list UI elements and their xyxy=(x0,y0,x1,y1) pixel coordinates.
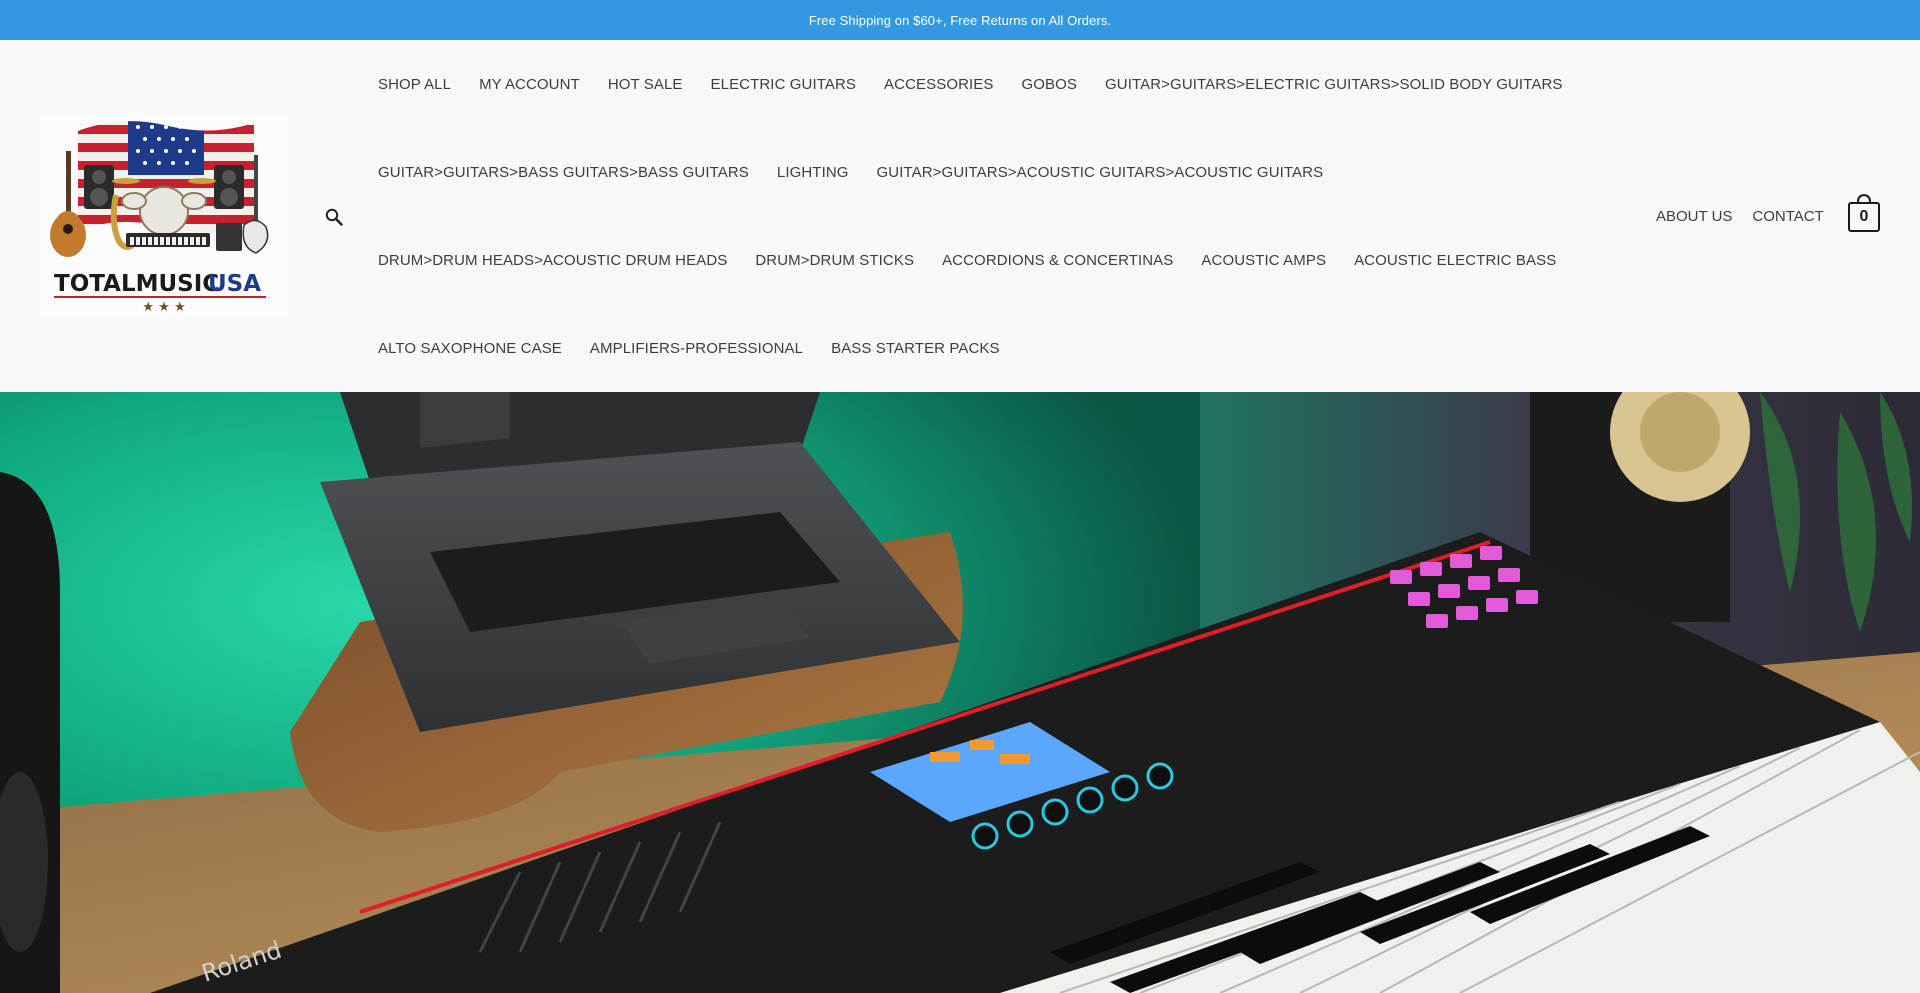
cart-button[interactable]: 0 xyxy=(1848,194,1880,232)
logo-image: TOTALMUSIC USA ★ ★ ★ xyxy=(50,121,269,315)
nav-item-solid-body-guitars[interactable]: GUITAR>GUITARS>ELECTRIC GUITARS>SOLID BO… xyxy=(1105,76,1562,93)
nav-item-acoustic-amps[interactable]: ACOUSTIC AMPS xyxy=(1201,252,1326,269)
nav-item-shop-all[interactable]: SHOP ALL xyxy=(378,76,451,93)
cart-count: 0 xyxy=(1848,202,1880,232)
site-header: TOTALMUSIC USA ★ ★ ★ SHOP ALL MY ACCOUNT… xyxy=(0,40,1920,392)
nav-item-bass-guitars[interactable]: GUITAR>GUITARS>BASS GUITARS>BASS GUITARS xyxy=(378,164,749,181)
site-logo[interactable]: TOTALMUSIC USA ★ ★ ★ xyxy=(40,115,288,317)
announcement-bar: Free Shipping on $60+, Free Returns on A… xyxy=(0,0,1920,40)
nav-item-acoustic-drum-heads[interactable]: DRUM>DRUM HEADS>ACOUSTIC DRUM HEADS xyxy=(378,252,727,269)
nav-item-hot-sale[interactable]: HOT SALE xyxy=(608,76,683,93)
announcement-text: Free Shipping on $60+, Free Returns on A… xyxy=(808,12,1112,28)
nav-item-electric-guitars[interactable]: ELECTRIC GUITARS xyxy=(711,76,857,93)
logo-stars: ★ ★ ★ xyxy=(142,300,185,315)
nav-item-lighting[interactable]: LIGHTING xyxy=(777,164,849,181)
nav-item-bass-starter-packs[interactable]: BASS STARTER PACKS xyxy=(831,340,1000,357)
logo-wordmark-total: TOTALMUSIC xyxy=(54,271,219,297)
nav-row: ALTO SAXOPHONE CASE AMPLIFIERS-PROFESSIO… xyxy=(378,304,1028,392)
nav-item-accordions-concertinas[interactable]: ACCORDIONS & CONCERTINAS xyxy=(942,252,1173,269)
nav-row: DRUM>DRUM HEADS>ACOUSTIC DRUM HEADS DRUM… xyxy=(378,216,1584,304)
nav-row: SHOP ALL MY ACCOUNT HOT SALE ELECTRIC GU… xyxy=(378,40,1590,128)
hero-image: Roland xyxy=(0,392,1920,993)
main-navigation: SHOP ALL MY ACCOUNT HOT SALE ELECTRIC GU… xyxy=(378,40,1628,392)
header-secondary-links: ABOUT US CONTACT xyxy=(1656,196,1844,236)
nav-item-accessories[interactable]: ACCESSORIES xyxy=(884,76,993,93)
contact-link[interactable]: CONTACT xyxy=(1752,208,1823,225)
hero-banner[interactable]: Roland xyxy=(0,392,1920,993)
nav-item-acoustic-electric-bass[interactable]: ACOUSTIC ELECTRIC BASS xyxy=(1354,252,1556,269)
search-button[interactable] xyxy=(322,205,346,229)
logo-wordmark-usa: USA xyxy=(208,271,261,297)
nav-item-gobos[interactable]: GOBOS xyxy=(1022,76,1078,93)
nav-item-acoustic-guitars[interactable]: GUITAR>GUITARS>ACOUSTIC GUITARS>ACOUSTIC… xyxy=(877,164,1324,181)
nav-row: GUITAR>GUITARS>BASS GUITARS>BASS GUITARS… xyxy=(378,128,1351,216)
about-us-link[interactable]: ABOUT US xyxy=(1656,208,1732,225)
nav-item-drum-sticks[interactable]: DRUM>DRUM STICKS xyxy=(755,252,914,269)
search-icon xyxy=(325,208,343,226)
nav-item-alto-saxophone-case[interactable]: ALTO SAXOPHONE CASE xyxy=(378,340,562,357)
nav-item-amplifiers-professional[interactable]: AMPLIFIERS-PROFESSIONAL xyxy=(590,340,803,357)
nav-item-my-account[interactable]: MY ACCOUNT xyxy=(479,76,580,93)
